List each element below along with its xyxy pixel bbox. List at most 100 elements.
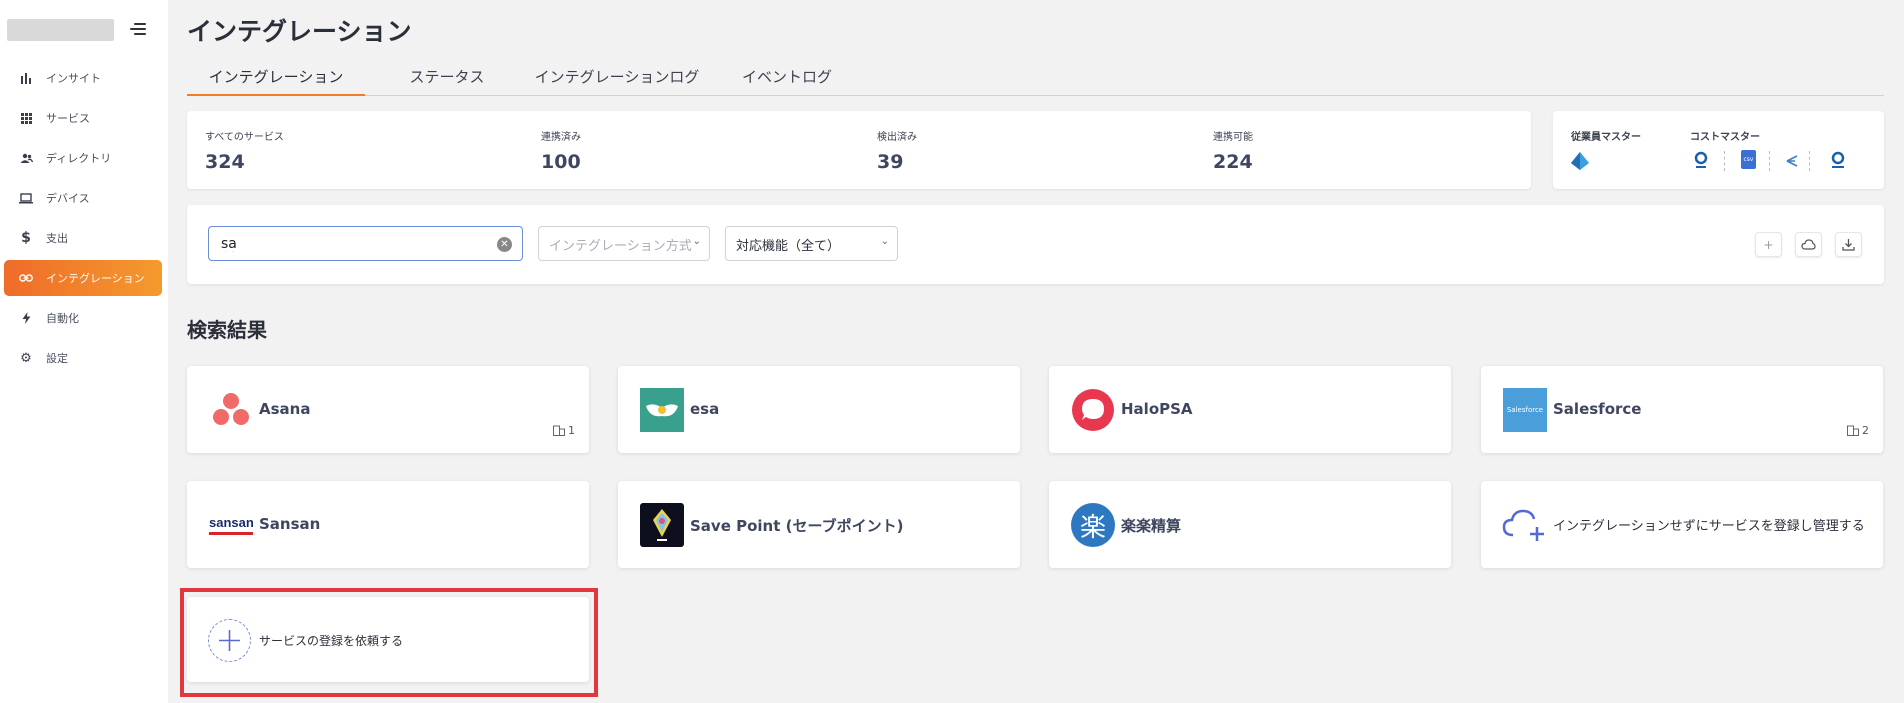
stat-label-available: 連携可能 [1213,132,1253,143]
csv-label: csv [1743,156,1754,163]
chevron-down-icon: ⌄ [692,236,701,247]
sidebar-item-spend[interactable]: $ 支出 [4,220,162,256]
tab-label: イベントログ [741,68,832,86]
service-name: Sansan [259,515,321,533]
service-card-salesforce[interactable]: Salesforce Salesforce 2 [1481,366,1883,453]
building-icon [1847,425,1859,436]
service-card-sansan[interactable]: sansan Sansan [187,481,589,568]
download-button[interactable] [1835,232,1862,257]
sidebar-item-label: インテグレーション [46,272,145,285]
logo [7,19,114,41]
cloud-icon [1801,239,1816,250]
divider [1724,151,1725,171]
sidebar-item-automation[interactable]: 自動化 [4,300,162,336]
feature-select[interactable]: 対応機能（全て） ⌄ [725,226,898,261]
select-value: 対応機能（全て） [736,239,841,254]
service-name: インテグレーションせずにサービスを登録し管理する [1553,519,1865,534]
laptop-icon [19,191,33,205]
savepoint-logo [640,503,684,547]
sidebar-item-label: 自動化 [46,312,79,325]
register-without-integration-card[interactable]: インテグレーションせずにサービスを登録し管理する [1481,481,1883,568]
service-card-asana[interactable]: Asana 1 [187,366,589,453]
logo-text: sansan [209,514,254,530]
menu-toggle-icon[interactable] [130,20,150,38]
cost-service-a-icon[interactable] [1693,151,1709,175]
service-name: Save Point (セーブポイント) [690,517,904,535]
results-title: 検索結果 [187,318,267,342]
sidebar-item-label: ディレクトリ [46,152,112,165]
cloud-add-icon [1501,503,1545,547]
page-title: インテグレーション [187,17,412,46]
grid-icon [19,111,33,125]
select-placeholder: インテグレーション方式 [549,239,692,254]
sidebar: インサイト サービス ディレクトリ デバイス $ 支出 インテグレーション 自動… [0,0,168,703]
search-box: ✕ [208,226,523,261]
service-name: HaloPSA [1121,400,1193,418]
sidebar-item-devices[interactable]: デバイス [4,180,162,216]
asana-logo [209,388,253,432]
tab-label: インテグレーションログ [534,68,700,86]
search-input[interactable] [221,234,491,254]
tab-event-log[interactable]: イベントログ [727,66,847,96]
gear-icon: ⚙ [20,350,32,366]
cost-service-b-icon[interactable] [1785,153,1799,172]
sidebar-item-services[interactable]: サービス [4,100,162,136]
sidebar-item-insight[interactable]: インサイト [4,60,162,96]
rakurakuseisan-logo: 楽 [1071,503,1115,547]
cost-service-c-icon[interactable] [1830,151,1846,175]
cost-master-label: コストマスター [1690,132,1760,143]
sidebar-item-label: サービス [46,112,90,125]
plus-icon: + [1763,237,1774,252]
salesforce-logo: Salesforce [1503,388,1547,432]
tab-bar: インテグレーション ステータス インテグレーションログ イベントログ [187,66,1884,96]
tab-status[interactable]: ステータス [397,66,497,96]
sidebar-item-label: 支出 [46,232,68,245]
logo-text: 楽 [1079,512,1106,543]
sidebar-item-label: インサイト [46,72,101,85]
lightning-icon [19,311,33,325]
service-card-rakurakuseisan[interactable]: 楽 楽楽精算 [1049,481,1451,568]
service-name: esa [690,400,720,418]
employee-master-icon[interactable] [1570,151,1590,175]
employee-master-label: 従業員マスター [1571,132,1641,143]
account-count: 2 [1847,424,1869,437]
sidebar-item-label: デバイス [46,192,90,205]
users-icon [19,151,33,165]
tab-integration-log[interactable]: インテグレーションログ [522,66,712,96]
cloud-button[interactable] [1795,232,1822,257]
integration-method-select[interactable]: インテグレーション方式 ⌄ [538,226,710,261]
stat-value-detected: 39 [877,151,904,173]
service-card-savepoint[interactable]: Save Point (セーブポイント) [618,481,1020,568]
link-icon [19,271,33,285]
logo-text: Salesforce [1506,406,1544,414]
stat-label-all: すべてのサービス [205,132,284,143]
sidebar-item-directory[interactable]: ディレクトリ [4,140,162,176]
dollar-icon: $ [21,230,31,246]
sidebar-item-settings[interactable]: ⚙ 設定 [4,340,162,376]
highlight-box [180,588,598,697]
masters-card: 従業員マスター コストマスター csv [1553,111,1884,189]
divider [1769,151,1770,171]
tab-integration[interactable]: インテグレーション [187,66,365,96]
download-icon [1842,239,1855,251]
tab-label: ステータス [409,68,485,86]
add-button[interactable]: + [1755,232,1782,257]
count-value: 2 [1862,424,1869,437]
csv-icon[interactable]: csv [1741,150,1756,169]
stat-label-detected: 検出済み [877,132,917,143]
sidebar-item-integration[interactable]: インテグレーション [4,260,162,296]
service-name: Asana [259,400,311,418]
stats-card: すべてのサービス 324 連携済み 100 検出済み 39 連携可能 224 [187,111,1531,189]
clear-search-icon[interactable]: ✕ [497,237,512,252]
count-value: 1 [568,424,575,437]
service-card-esa[interactable]: esa [618,366,1020,453]
service-card-halopsa[interactable]: HaloPSA [1049,366,1451,453]
sansan-logo: sansan [209,503,255,547]
service-name: Salesforce [1553,400,1642,418]
stat-label-connected: 連携済み [541,132,581,143]
esa-logo [640,388,684,432]
stat-value-connected: 100 [541,151,581,173]
building-icon [553,425,565,436]
stat-value-available: 224 [1213,151,1253,173]
chevron-down-icon: ⌄ [880,236,889,247]
